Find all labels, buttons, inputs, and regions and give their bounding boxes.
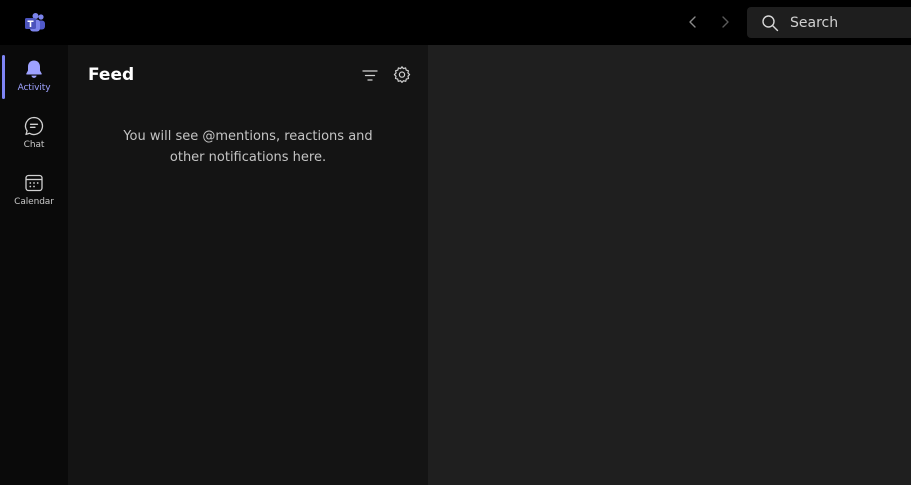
app-bar-item-calendar[interactable]: Calendar <box>0 164 68 216</box>
app-bar-item-chat[interactable]: Chat <box>0 107 68 159</box>
app-bar-label-calendar: Calendar <box>14 197 54 207</box>
title-bar <box>0 0 911 45</box>
calendar-icon <box>25 174 43 192</box>
app-bar-label-activity: Activity <box>17 83 51 93</box>
feed-empty-message: You will see @mentions, reactions and ot… <box>123 129 373 165</box>
app-bar-label-chat: Chat <box>23 140 45 150</box>
active-indicator <box>2 55 5 99</box>
activity-feed-panel: Feed You will see @mentions, reactions a… <box>68 45 428 485</box>
chat-icon <box>24 116 44 136</box>
search-icon <box>762 14 779 31</box>
teams-app: Activity Chat Calendar Feed <box>0 0 911 485</box>
chevron-right-icon <box>722 16 729 28</box>
feed-settings-button[interactable] <box>392 65 412 85</box>
search-box[interactable] <box>747 7 911 38</box>
main-content-area <box>428 45 911 485</box>
search-input[interactable] <box>790 14 900 31</box>
teams-logo-icon <box>25 13 45 32</box>
gear-icon <box>393 66 411 83</box>
filter-icon <box>362 70 378 81</box>
bell-icon <box>26 60 42 78</box>
app-bar: Activity Chat Calendar <box>0 45 68 485</box>
filter-button[interactable] <box>360 66 380 86</box>
back-button[interactable] <box>682 11 704 33</box>
feed-title: Feed <box>88 65 135 85</box>
chevron-left-icon <box>689 16 696 28</box>
app-bar-item-activity[interactable]: Activity <box>0 50 68 102</box>
forward-button[interactable] <box>714 11 736 33</box>
